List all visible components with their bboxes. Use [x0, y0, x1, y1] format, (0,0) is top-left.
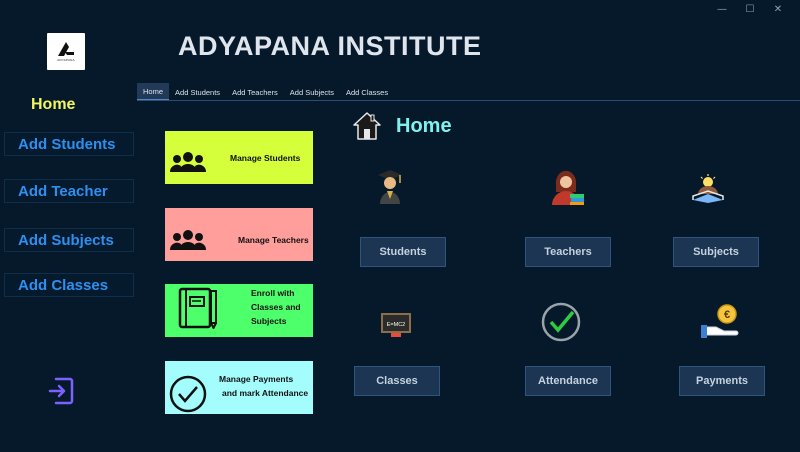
tab-add-subjects[interactable]: Add Subjects — [284, 83, 340, 101]
notebook-icon — [178, 287, 217, 329]
blackboard-text: E=MC2 — [387, 322, 406, 328]
attendance-button[interactable]: Attendance — [525, 366, 611, 396]
payments-attendance-card[interactable]: Manage Payments and mark Attendance — [165, 361, 313, 414]
tab-add-classes[interactable]: Add Classes — [340, 83, 394, 101]
card-label: Manage Teachers — [238, 235, 309, 245]
manage-students-card[interactable]: Manage Students — [165, 131, 313, 184]
teachers-button[interactable]: Teachers — [525, 237, 611, 267]
tab-add-teachers[interactable]: Add Teachers — [226, 83, 284, 101]
sidebar-item-add-subjects[interactable]: Add Subjects — [4, 228, 134, 252]
tab-add-students[interactable]: Add Students — [169, 83, 226, 101]
page-header: Home — [352, 111, 452, 141]
logo-caption: ADYAPANA — [57, 58, 75, 62]
check-circle-icon — [541, 302, 581, 342]
minimize-button[interactable]: — — [708, 2, 736, 16]
card-label-line-1: Manage Payments — [219, 374, 294, 384]
card-label-line-3: Subjects — [251, 316, 287, 326]
card-label-line-1: Enroll with — [251, 288, 295, 298]
logout-button[interactable] — [47, 376, 75, 406]
card-label-line-2: Classes and — [251, 302, 301, 312]
classes-button[interactable]: Classes — [354, 366, 440, 396]
app-title: ADYAPANA INSTITUTE — [178, 31, 482, 61]
checkmark-circle-icon — [169, 375, 207, 413]
sidebar-item-add-students[interactable]: Add Students — [4, 132, 134, 156]
house-icon — [353, 112, 381, 140]
reading-icon — [692, 174, 724, 203]
page-title: Home — [396, 114, 452, 137]
window-controls: — ☐ ✕ — [708, 2, 792, 16]
app-logo: ADYAPANA — [47, 33, 85, 70]
group-icon — [170, 152, 206, 172]
students-button[interactable]: Students — [360, 237, 446, 267]
sidebar-item-add-classes[interactable]: Add Classes — [4, 273, 134, 297]
card-label-line-2: and mark Attendance — [222, 388, 309, 398]
manage-teachers-card[interactable]: Manage Teachers — [165, 208, 313, 261]
subjects-button[interactable]: Subjects — [673, 237, 759, 267]
card-label: Manage Students — [230, 153, 301, 163]
close-button[interactable]: ✕ — [764, 2, 792, 16]
blackboard-icon: E=MC2 — [381, 313, 411, 337]
tab-bar: Home Add Students Add Teachers Add Subje… — [137, 83, 394, 101]
logo-mark-icon — [58, 42, 74, 56]
teacher-icon — [552, 170, 584, 205]
sidebar-home[interactable]: Home — [31, 96, 75, 114]
svg-text:€: € — [724, 309, 730, 321]
logout-icon — [48, 377, 74, 405]
payments-button[interactable]: Payments — [679, 366, 765, 396]
tab-divider — [137, 100, 800, 101]
euro-payment-icon: € — [701, 304, 739, 338]
sidebar-item-add-teacher[interactable]: Add Teacher — [4, 179, 134, 203]
maximize-button[interactable]: ☐ — [736, 2, 764, 16]
enroll-card[interactable]: Enroll with Classes and Subjects — [165, 284, 313, 337]
graduate-icon — [378, 170, 402, 204]
tab-home[interactable]: Home — [137, 83, 170, 101]
group-icon — [170, 230, 206, 250]
